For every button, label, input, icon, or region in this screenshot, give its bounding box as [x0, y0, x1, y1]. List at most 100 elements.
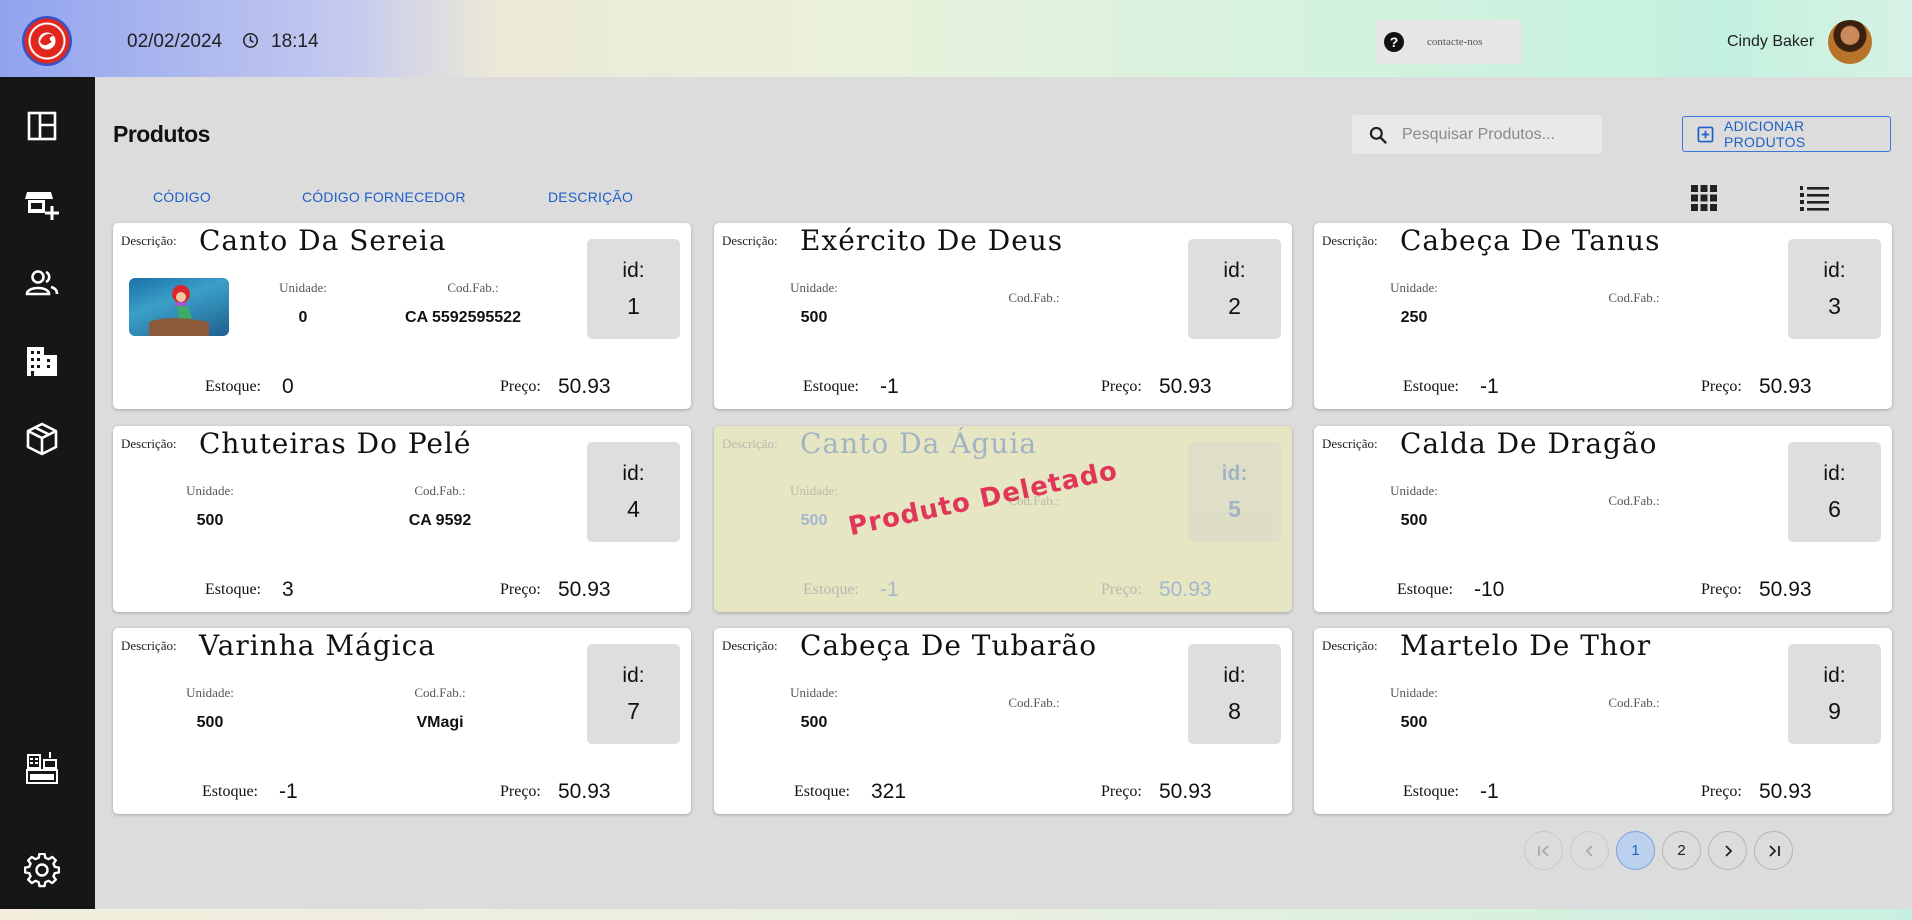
unit-value: 500 [196, 714, 224, 731]
id-label: id: [1823, 462, 1846, 485]
users-icon[interactable] [24, 265, 60, 301]
stock-label: Estoque: [803, 581, 859, 598]
add-products-label: ADICIONAR PRODUTOS [1723, 118, 1806, 150]
description-label: Descrição: [121, 436, 177, 451]
top-bar: 02/02/2024 18:14 ? contacte-nos Cindy Ba… [0, 0, 1912, 77]
price-value: 50.93 [1759, 578, 1812, 601]
price-value: 50.93 [1759, 375, 1812, 398]
product-card-8[interactable]: Descrição: Cabeça De Tubarão Unidade: 50… [714, 628, 1292, 814]
dashboard-icon[interactable] [24, 108, 60, 144]
page-title: Produtos [113, 121, 210, 147]
id-value: 4 [627, 496, 640, 522]
id-box: id: 4 [587, 442, 680, 542]
search-icon [1369, 126, 1387, 144]
product-card-4[interactable]: Descrição: Chuteiras Do Pelé Unidade: 50… [113, 426, 691, 612]
unit-value: 500 [1400, 714, 1428, 731]
price-label: Preço: [1101, 581, 1142, 598]
price-value: 50.93 [1759, 780, 1812, 803]
id-label: id: [1823, 259, 1846, 282]
product-description: Martelo De Thor [1400, 629, 1652, 662]
cod-fab-label: Cod.Fab.: [414, 685, 466, 700]
price-label: Preço: [1701, 581, 1742, 598]
unit-value: 500 [196, 512, 224, 529]
cod-fab-value: CA 5592595522 [405, 309, 521, 326]
id-box: id: 5 [1188, 442, 1281, 542]
description-label: Descrição: [121, 233, 177, 248]
buildings-icon[interactable] [24, 343, 60, 379]
search-input[interactable] [1400, 124, 1594, 145]
chevron-right-icon [1724, 844, 1732, 857]
stock-value: -10 [1474, 578, 1505, 601]
description-label: Descrição: [722, 638, 778, 653]
sort-tab-codigo-fornecedor[interactable]: CÓDIGO FORNECEDOR [302, 189, 466, 205]
stock-label: Estoque: [803, 378, 859, 395]
page-button-2[interactable]: 2 [1662, 831, 1701, 870]
product-card-2[interactable]: Descrição: Exército De Deus Unidade: 500… [714, 223, 1292, 409]
add-products-button[interactable]: ADICIONAR PRODUTOS [1682, 116, 1891, 152]
product-description: Chuteiras Do Pelé [199, 427, 472, 460]
price-value: 50.93 [1159, 578, 1212, 601]
description-label: Descrição: [722, 436, 778, 451]
prev-page-button[interactable] [1570, 831, 1609, 870]
grid-view-icon[interactable] [1690, 184, 1718, 212]
unit-value: 500 [800, 714, 828, 731]
logo-mark-icon [40, 34, 54, 46]
gear-icon[interactable] [24, 853, 60, 889]
stock-label: Estoque: [1403, 783, 1459, 800]
current-date: 02/02/2024 [127, 31, 223, 52]
unit-label: Unidade: [186, 483, 234, 498]
next-page-button[interactable] [1708, 831, 1747, 870]
unit-value: 250 [1400, 309, 1428, 326]
page-button-1[interactable]: 1 [1616, 831, 1655, 870]
first-page-button[interactable] [1524, 831, 1563, 870]
box-icon[interactable] [24, 421, 60, 457]
search-box[interactable] [1352, 115, 1602, 154]
contact-label: contacte-nos [1427, 36, 1483, 48]
id-value: 2 [1228, 293, 1241, 319]
id-value: 6 [1828, 496, 1841, 522]
add-box-icon [1697, 126, 1714, 142]
description-label: Descrição: [121, 638, 177, 653]
last-page-button[interactable] [1754, 831, 1793, 870]
price-label: Preço: [500, 581, 541, 598]
product-card-7[interactable]: Descrição: Varinha Mágica Unidade: 500 C… [113, 628, 691, 814]
sort-tab-codigo[interactable]: CÓDIGO [153, 189, 211, 205]
chevron-left-icon [1585, 844, 1593, 857]
unit-label: Unidade: [186, 685, 234, 700]
cash-register-icon[interactable] [24, 750, 60, 786]
id-label: id: [622, 462, 645, 485]
id-box: id: 3 [1788, 239, 1881, 339]
description-label: Descrição: [1322, 233, 1378, 248]
avatar[interactable] [1828, 20, 1872, 64]
store-add-icon[interactable] [24, 186, 60, 222]
id-value: 9 [1828, 698, 1841, 724]
product-card-6[interactable]: Descrição: Calda De Dragão Unidade: 500 … [1314, 426, 1892, 612]
list-view-icon[interactable] [1798, 184, 1830, 212]
user-name: Cindy Baker [1727, 33, 1815, 50]
stock-value: 0 [282, 375, 294, 398]
id-label: id: [1223, 664, 1246, 687]
product-description: Varinha Mágica [199, 629, 436, 662]
stock-label: Estoque: [1403, 378, 1459, 395]
unit-label: Unidade: [790, 685, 838, 700]
unit-label: Unidade: [1390, 483, 1438, 498]
product-card-9[interactable]: Descrição: Martelo De Thor Unidade: 500 … [1314, 628, 1892, 814]
sort-tab-descricao[interactable]: DESCRIÇÃO [548, 189, 633, 205]
id-value: 3 [1828, 293, 1841, 319]
product-description: Exército De Deus [800, 224, 1064, 257]
cod-fab-label: Cod.Fab.: [1008, 290, 1060, 305]
product-card-3[interactable]: Descrição: Cabeça De Tanus Unidade: 250 … [1314, 223, 1892, 409]
brand-logo[interactable] [22, 16, 72, 66]
id-value: 7 [627, 698, 640, 724]
id-box: id: 9 [1788, 644, 1881, 744]
product-card-5-deleted[interactable]: Descrição: Canto Da Águia Unidade: 500 C… [714, 426, 1292, 612]
product-description: Cabeça De Tanus [1400, 224, 1661, 257]
contact-button[interactable]: ? contacte-nos [1376, 20, 1522, 64]
stock-value: -1 [1480, 375, 1499, 398]
last-page-icon [1768, 844, 1780, 857]
price-value: 50.93 [1159, 375, 1212, 398]
product-card-1[interactable]: Descrição: Canto Da Sereia Unidade: 0 Co… [113, 223, 691, 409]
cod-fab-label: Cod.Fab.: [414, 483, 466, 498]
price-label: Preço: [1701, 378, 1742, 395]
unit-label: Unidade: [790, 280, 838, 295]
